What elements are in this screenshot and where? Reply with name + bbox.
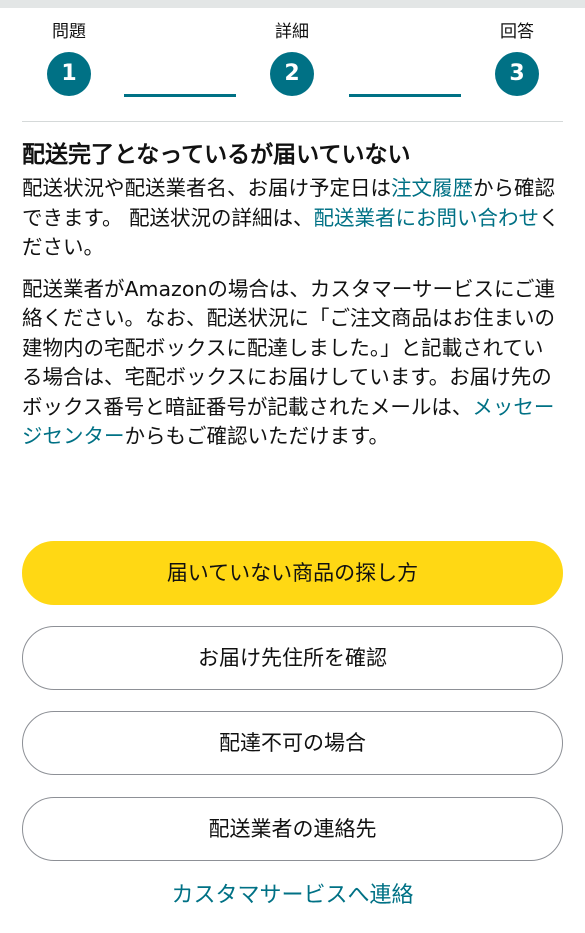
order-history-link[interactable]: 注文履歴 <box>391 176 473 200</box>
answer-paragraph: 配送状況や配送業者名、お届け予定日は注文履歴から確認できます。 配送状況の詳細は… <box>22 174 563 263</box>
contact-customer-service-link[interactable]: カスタマサービスへ連絡 <box>0 878 585 914</box>
top-bar <box>0 0 585 8</box>
divider <box>22 121 563 122</box>
answer-content: 配送完了となっているが届いていない 配送状況や配送業者名、お届け予定日は注文履歴… <box>22 138 563 452</box>
step-number-badge: 1 <box>47 52 91 96</box>
answer-heading: 配送完了となっているが届いていない <box>22 142 411 168</box>
step-connector <box>124 94 236 97</box>
progress-stepper: 問題 1 詳細 2 回答 3 <box>0 20 585 130</box>
carrier-contact-button[interactable]: 配送業者の連絡先 <box>22 797 563 861</box>
find-missing-item-button[interactable]: 届いていない商品の探し方 <box>22 541 563 605</box>
step-number-badge: 2 <box>270 52 314 96</box>
carrier-contact-link[interactable]: 配送業者にお問い合わせ <box>313 206 539 230</box>
step-label: 回答 <box>500 22 534 42</box>
undeliverable-button[interactable]: 配達不可の場合 <box>22 711 563 775</box>
step-label: 問題 <box>52 22 86 42</box>
step-number-badge: 3 <box>495 52 539 96</box>
answer-paragraph: 配送業者がAmazonの場合は、カスタマーサービスにご連絡ください。なお、配送状… <box>22 275 563 452</box>
step-label: 詳細 <box>275 22 309 42</box>
step-problem: 問題 1 <box>24 20 114 96</box>
confirm-address-button[interactable]: お届け先住所を確認 <box>22 626 563 690</box>
step-connector <box>349 94 461 97</box>
paragraph-text: 配送状況や配送業者名、お届け予定日は <box>22 176 391 200</box>
step-details: 詳細 2 <box>247 20 337 96</box>
paragraph-text: からもご確認いただけます。 <box>124 424 389 448</box>
step-answer: 回答 3 <box>472 20 562 96</box>
